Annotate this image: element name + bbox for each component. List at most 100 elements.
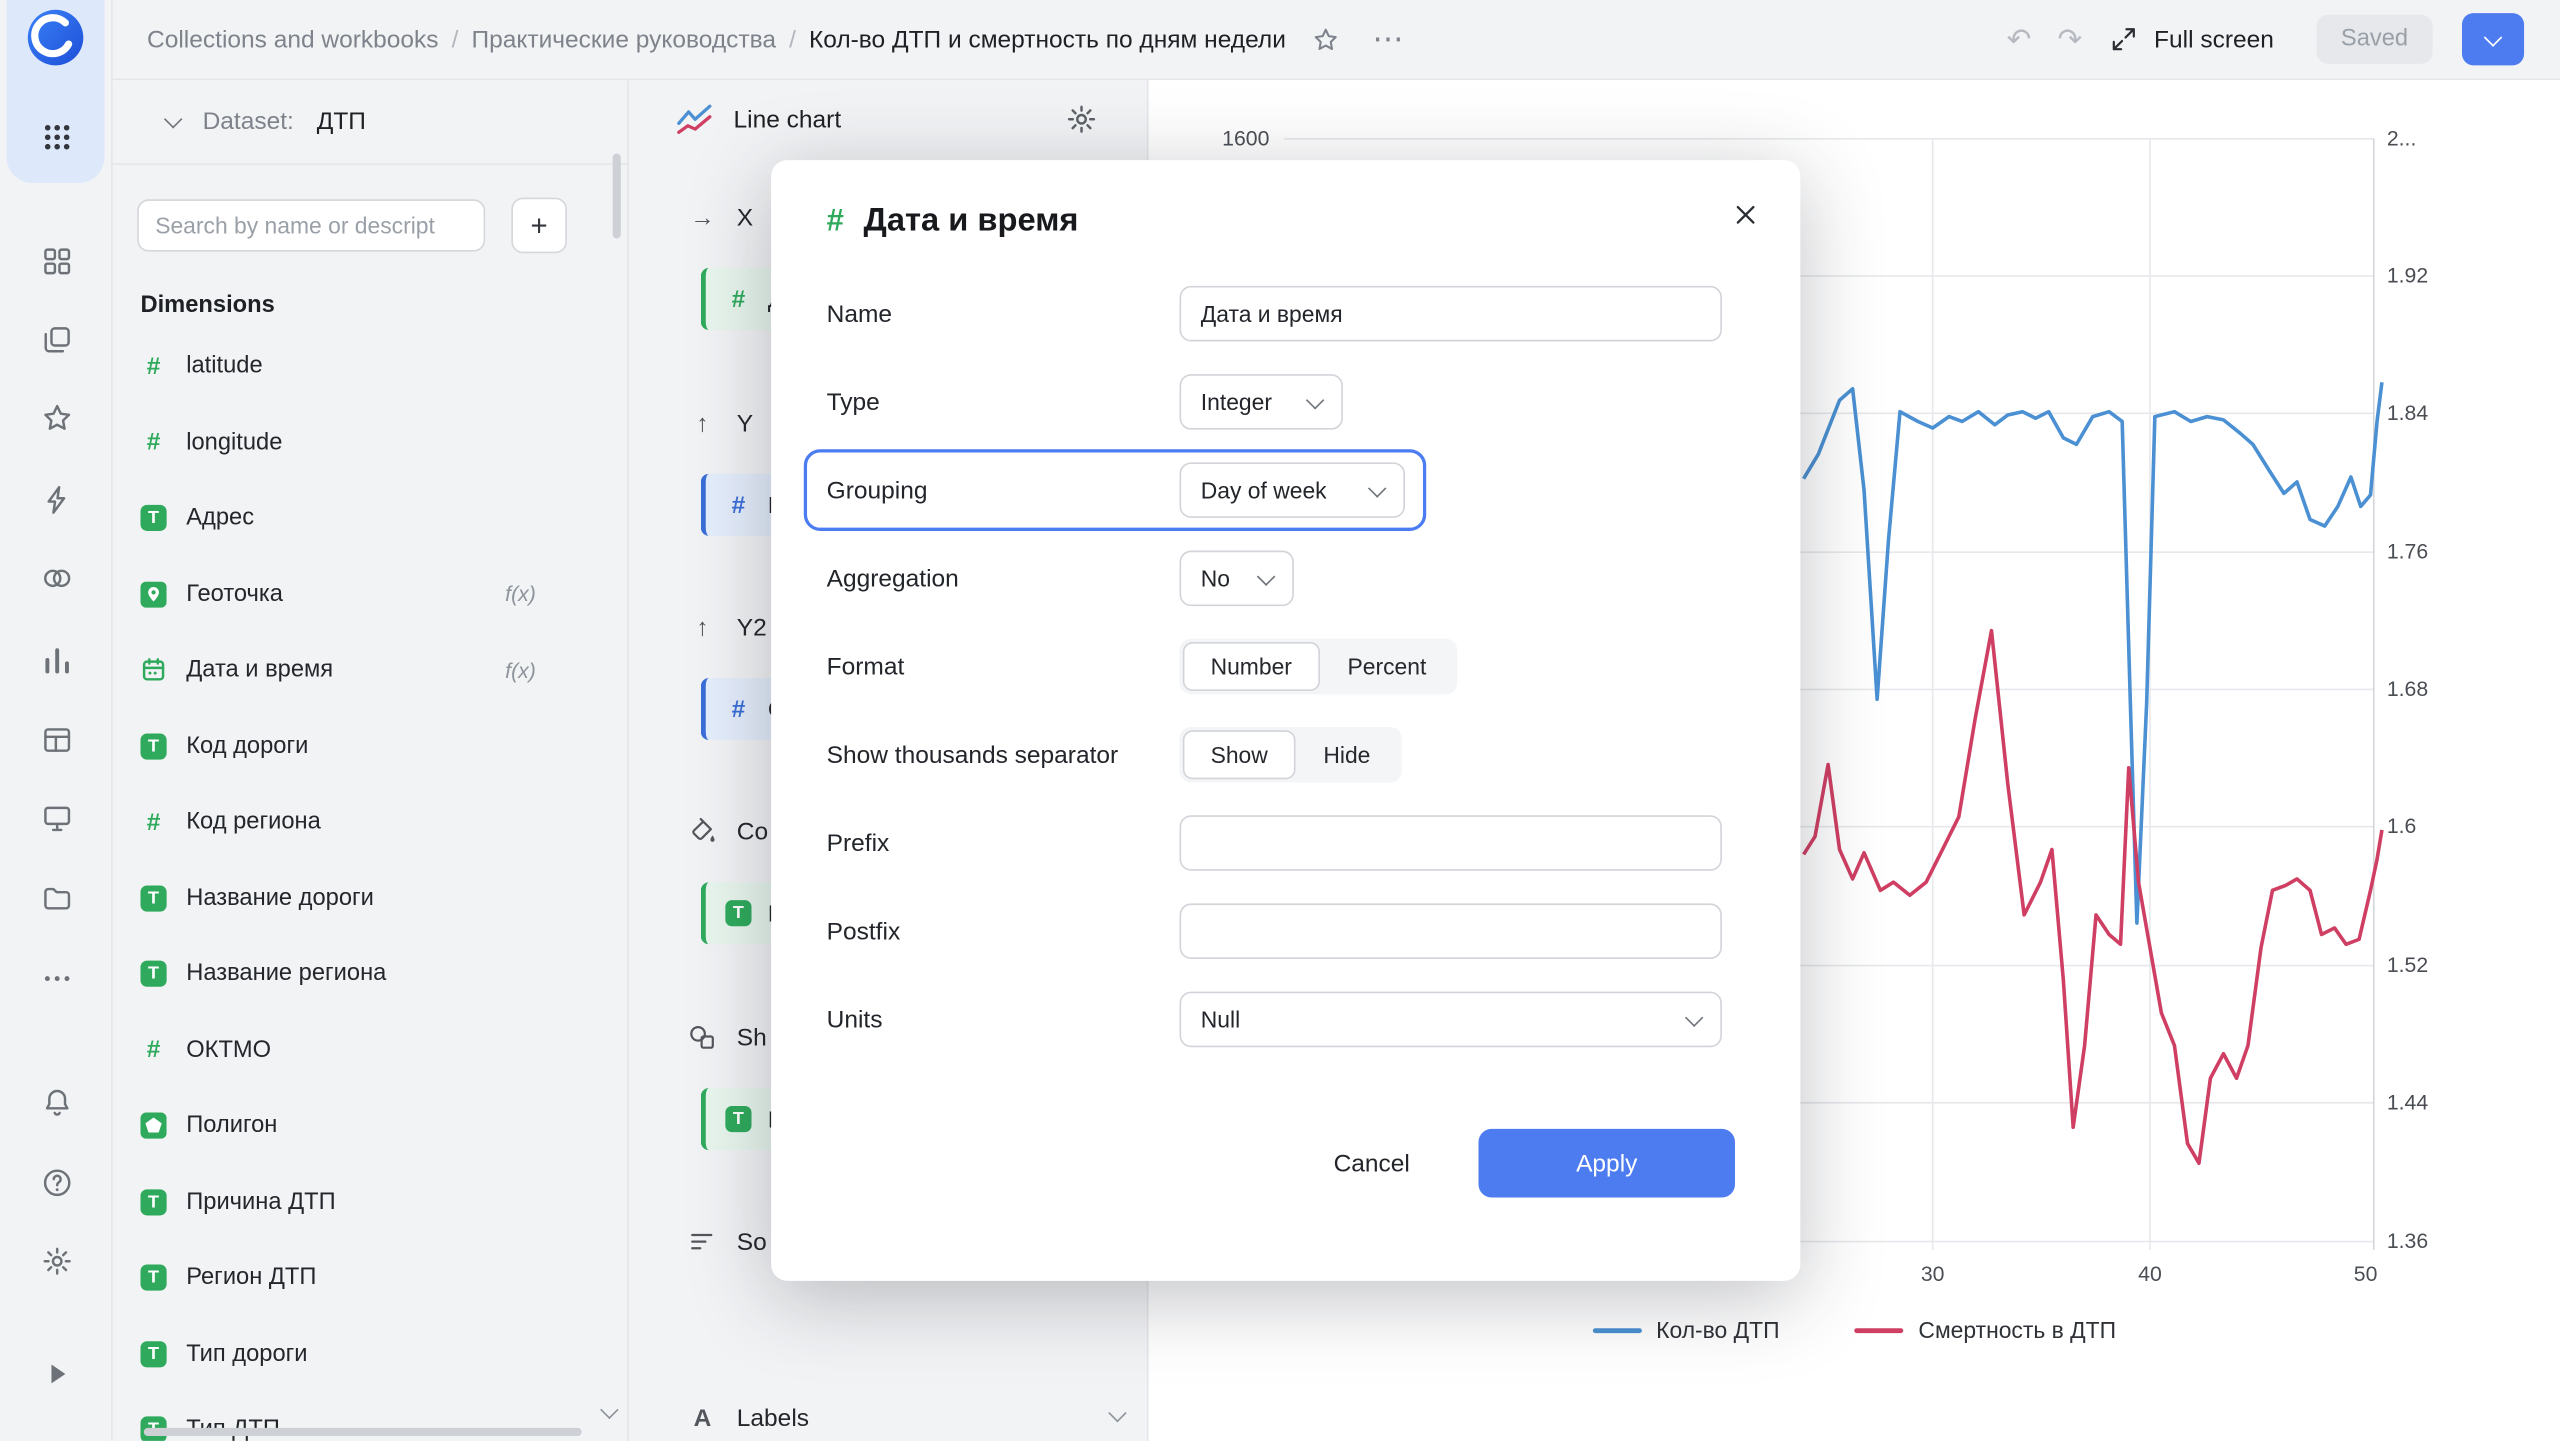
venn-icon[interactable] — [34, 555, 80, 601]
field-item[interactable]: T Название региона — [111, 936, 627, 1012]
x-axis-tick: 30 — [1920, 1261, 1945, 1286]
section-label: Sh — [736, 1023, 767, 1052]
field-item[interactable]: T Код дороги — [111, 708, 627, 784]
field-item[interactable]: Полигон — [111, 1088, 627, 1164]
save-dropdown-button[interactable] — [2461, 13, 2525, 66]
units-select[interactable]: Null — [1179, 991, 1722, 1048]
field-item[interactable]: T Тип дороги — [111, 1316, 627, 1392]
dialog-title: # Дата и время — [827, 203, 1735, 241]
text-field-icon: T — [140, 733, 167, 760]
separator-hide-option[interactable]: Hide — [1296, 730, 1399, 779]
text-field-icon: T — [140, 885, 167, 912]
layers-icon[interactable] — [34, 317, 80, 363]
field-item[interactable]: # latitude — [111, 328, 627, 404]
field-item[interactable]: T Причина ДТП — [111, 1164, 627, 1240]
fullscreen-icon[interactable] — [2108, 25, 2137, 54]
search-input[interactable] — [137, 199, 486, 252]
prefix-label: Prefix — [826, 829, 890, 857]
format-number-option[interactable]: Number — [1182, 642, 1320, 692]
add-field-button[interactable]: + — [511, 197, 567, 254]
ellipsis-icon[interactable] — [34, 956, 80, 1002]
field-name: longitude — [186, 429, 283, 456]
breadcrumb-workbook[interactable]: Практические руководства — [472, 25, 777, 53]
section-labels: A Labels — [688, 1402, 809, 1435]
paint-icon — [688, 815, 717, 848]
table-grid-icon[interactable] — [34, 717, 80, 763]
section-label: Labels — [736, 1404, 810, 1432]
hash-icon: # — [146, 808, 161, 837]
field-item[interactable]: T Название дороги — [111, 860, 627, 936]
dialog-buttons: Cancel Apply — [827, 1128, 1735, 1198]
undo-icon[interactable]: ↶ — [2007, 25, 2032, 54]
field-item[interactable]: Дата и время f(x) — [111, 632, 627, 708]
field-item[interactable]: Геоточка f(x) — [111, 556, 627, 632]
chevron-down-icon — [2483, 27, 2503, 46]
apps-grid-icon[interactable] — [34, 114, 80, 160]
favorite-star-icon[interactable] — [1312, 25, 1340, 53]
saved-button[interactable]: Saved — [2316, 14, 2433, 64]
arrow-up-icon: ↑ — [696, 409, 709, 438]
grouping-select[interactable]: Day of week — [1179, 462, 1405, 518]
star-icon[interactable] — [34, 395, 80, 441]
chart-type-label[interactable]: Line chart — [734, 105, 842, 133]
legend-item[interactable]: Смертность в ДТП — [1854, 1317, 2116, 1343]
bar-chart-icon[interactable] — [34, 637, 80, 683]
chevron-down-icon — [1684, 1007, 1704, 1027]
play-icon[interactable] — [34, 1351, 80, 1397]
aggregation-select[interactable]: No — [1179, 550, 1294, 607]
horizontal-scrollbar[interactable] — [143, 1427, 582, 1437]
hash-icon: # — [731, 695, 746, 723]
vertical-scrollbar[interactable] — [612, 153, 621, 239]
question-icon[interactable] — [34, 1160, 80, 1206]
type-row: Type Integer — [827, 358, 1735, 446]
field-item[interactable]: # Код региона — [111, 784, 627, 860]
right-axis-tick: 2... — [2386, 125, 2417, 151]
prefix-input[interactable] — [1179, 815, 1722, 871]
apply-button[interactable]: Apply — [1478, 1128, 1735, 1198]
separator-show-option[interactable]: Show — [1182, 730, 1296, 780]
legend-line-icon — [1592, 1327, 1642, 1333]
units-row: Units Null — [827, 975, 1735, 1063]
close-icon[interactable] — [1730, 199, 1761, 230]
scroll-down-icon[interactable] — [1108, 1398, 1127, 1427]
field-name: Код дороги — [186, 733, 309, 760]
format-label: Format — [826, 652, 905, 681]
section-so: So — [688, 1225, 767, 1258]
folder-icon[interactable] — [34, 876, 80, 922]
dataset-label: Dataset: — [202, 107, 294, 135]
line-chart-icon[interactable] — [675, 100, 714, 139]
scroll-down-icon[interactable] — [600, 1395, 619, 1424]
squares-icon[interactable] — [34, 239, 80, 285]
more-actions-icon[interactable]: ⋯ — [1372, 20, 1406, 58]
units-label: Units — [826, 1005, 883, 1034]
right-axis-tick: 1.6 — [2386, 813, 2417, 839]
monitor-icon[interactable] — [34, 796, 80, 842]
gear-icon[interactable] — [34, 1238, 80, 1284]
field-item[interactable]: T Адрес — [111, 480, 627, 556]
field-item[interactable]: # ОКТМО — [111, 1012, 627, 1088]
field-name: Тип дороги — [186, 1340, 308, 1367]
aggregation-value: No — [1200, 565, 1231, 592]
bell-icon[interactable] — [34, 1080, 80, 1126]
name-input[interactable] — [1179, 285, 1722, 342]
field-name: Регион ДТП — [186, 1264, 317, 1292]
chart-settings-gear-icon[interactable] — [1065, 103, 1098, 136]
datalens-logo-icon[interactable] — [26, 8, 85, 67]
section-y2: ↑ Y2 — [688, 611, 766, 644]
separator-toggle: Show Hide — [1179, 726, 1402, 783]
type-select[interactable]: Integer — [1179, 374, 1343, 430]
breadcrumb-collections[interactable]: Collections and workbooks — [147, 25, 439, 53]
x-axis-tick: 50 — [2353, 1261, 2378, 1286]
lightning-icon[interactable] — [34, 477, 80, 523]
breadcrumb-separator: / — [451, 25, 459, 54]
cancel-button[interactable]: Cancel — [1327, 1133, 1416, 1193]
redo-icon[interactable]: ↷ — [2058, 25, 2083, 54]
dataset-selector[interactable]: Dataset: ДТП — [111, 78, 628, 166]
section-label: X — [736, 203, 754, 232]
postfix-input[interactable] — [1179, 903, 1722, 959]
format-percent-option[interactable]: Percent — [1320, 642, 1454, 691]
fullscreen-label[interactable]: Full screen — [2154, 25, 2274, 53]
field-item[interactable]: T Регион ДТП — [111, 1240, 627, 1316]
field-item[interactable]: # longitude — [111, 404, 627, 480]
legend-item[interactable]: Кол-во ДТП — [1592, 1317, 1780, 1343]
